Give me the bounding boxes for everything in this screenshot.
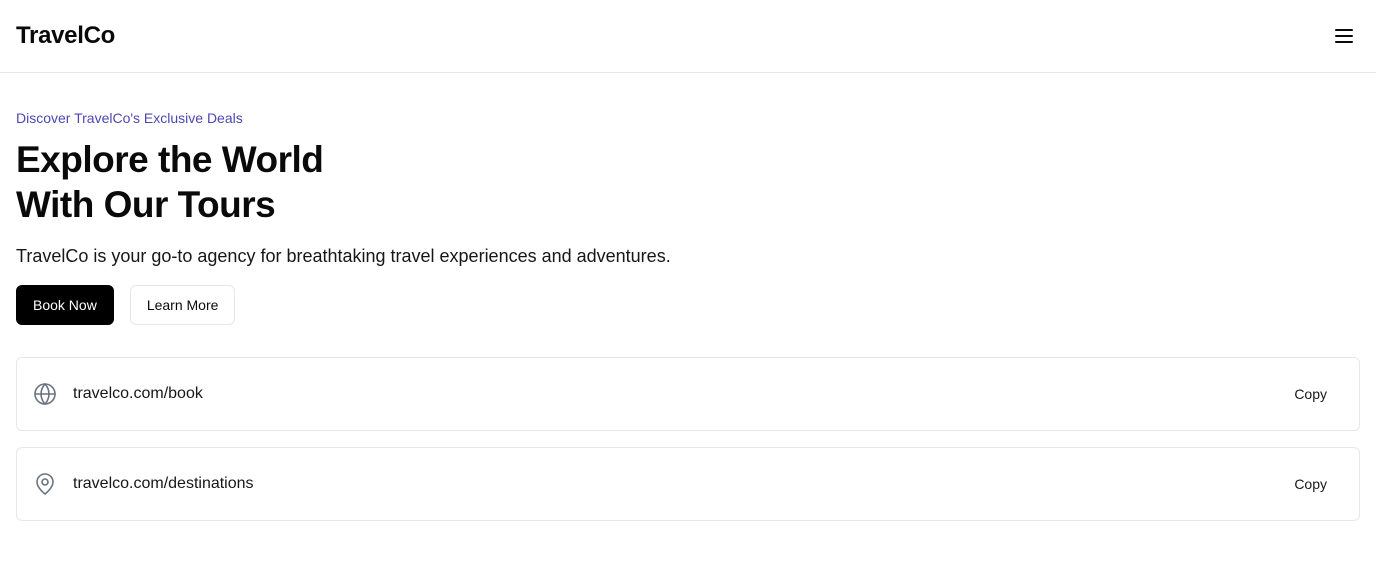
menu-icon xyxy=(1335,29,1353,43)
map-pin-icon xyxy=(33,472,57,496)
book-now-button[interactable]: Book Now xyxy=(16,285,114,325)
copy-button-destinations[interactable]: Copy xyxy=(1278,470,1343,498)
hero-actions: Book Now Learn More xyxy=(16,285,1360,325)
link-card-book: travelco.com/book Copy xyxy=(16,357,1360,431)
copy-button-book[interactable]: Copy xyxy=(1278,380,1343,408)
hero-eyebrow: Discover TravelCo's Exclusive Deals xyxy=(16,110,243,126)
brand-logo[interactable]: TravelCo xyxy=(16,22,115,50)
hero-title-line-1: Explore the World xyxy=(16,139,324,180)
link-url-book: travelco.com/book xyxy=(73,385,203,402)
link-card-destinations: travelco.com/destinations Copy xyxy=(16,447,1360,521)
hero-description: TravelCo is your go-to agency for breath… xyxy=(16,246,671,266)
site-header: TravelCo xyxy=(0,0,1376,73)
hero-title-line-2: With Our Tours xyxy=(16,184,276,225)
globe-icon xyxy=(33,382,57,406)
learn-more-button[interactable]: Learn More xyxy=(129,285,236,325)
menu-button[interactable] xyxy=(1324,16,1364,56)
link-url-destinations: travelco.com/destinations xyxy=(73,475,254,492)
main-content: Discover TravelCo's Exclusive Deals Expl… xyxy=(0,109,1376,521)
hero-title: Explore the World With Our Tours xyxy=(16,137,1360,227)
